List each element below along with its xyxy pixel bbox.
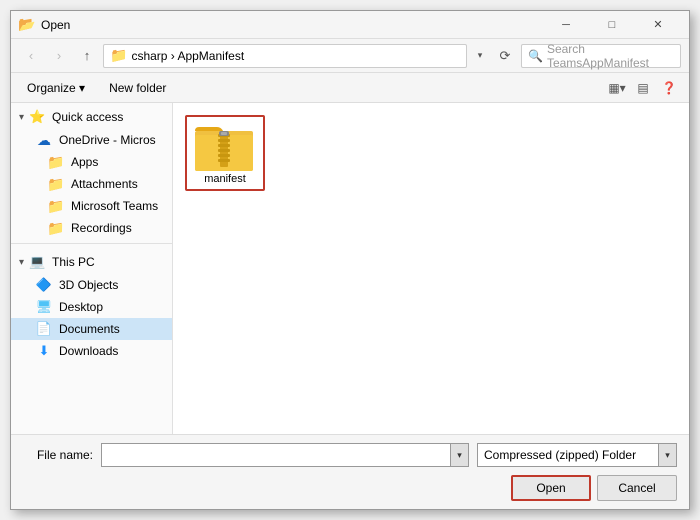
downloads-label: Downloads [59,344,118,358]
dialog-title: Open [41,18,543,32]
open-button-label: Open [536,481,565,495]
filename-row: File name: ▾ Compressed (zipped) Folder … [23,443,677,467]
organize-button[interactable]: Organize ▾ [19,77,93,99]
maximize-button[interactable]: □ [589,11,635,39]
sidebar: ▾ ⭐ Quick access ☁ OneDrive - Micros 📁 A… [11,103,173,434]
address-dropdown-button[interactable]: ▾ [471,45,489,67]
this-pc-group[interactable]: ▾ 💻 This PC [11,248,172,274]
attachments-folder-icon: 📁 [47,175,65,193]
organize-label: Organize ▾ [27,81,85,95]
filename-dropdown-button[interactable]: ▾ [450,444,468,466]
forward-button[interactable]: › [47,44,71,68]
3dobjects-icon: 🔷 [35,276,53,294]
new-folder-button[interactable]: New folder [101,77,174,99]
sub-toolbar: Organize ▾ New folder ▦▾ ▤ ❓ [11,73,689,103]
attachments-label: Attachments [71,177,138,191]
address-breadcrumb: csharp › AppManifest [131,49,244,63]
desktop-icon: 🖥 [35,298,53,316]
sidebar-item-microsoftteams[interactable]: 📁 Microsoft Teams [11,195,172,217]
main-area: ▾ ⭐ Quick access ☁ OneDrive - Micros 📁 A… [11,103,689,434]
new-folder-label: New folder [109,81,166,95]
desktop-label: Desktop [59,300,103,314]
title-bar: 📂 Open ─ □ ✕ [11,11,689,39]
quick-access-group[interactable]: ▾ ⭐ Quick access [11,103,172,129]
sidebar-item-apps[interactable]: 📁 Apps [11,151,172,173]
sidebar-item-downloads[interactable]: ⬇ Downloads [11,340,172,362]
preview-button[interactable]: ▤ [631,77,655,99]
folder-icon: 📁 [110,47,127,64]
view-options-button[interactable]: ▦▾ [605,77,629,99]
dialog-icon: 📂 [19,17,35,33]
onedrive-label: OneDrive - Micros [59,133,156,147]
filename-label: File name: [23,448,93,462]
recordings-label: Recordings [71,221,132,235]
sidebar-item-onedrive[interactable]: ☁ OneDrive - Micros [11,129,172,151]
thispc-expand-icon: ▾ [19,257,24,268]
content-area: manifest [173,103,689,434]
filetype-text: Compressed (zipped) Folder [478,448,658,462]
open-button[interactable]: Open [511,475,591,501]
zip-folder-icon [195,121,255,173]
quick-access-label: Quick access [52,110,123,124]
help-button[interactable]: ❓ [657,77,681,99]
filetype-select-container: Compressed (zipped) Folder ▾ [477,443,677,467]
documents-label: Documents [59,322,120,336]
onedrive-icon: ☁ [35,131,53,149]
documents-icon: 📄 [35,320,53,338]
refresh-button[interactable]: ⟳ [493,44,517,68]
apps-folder-icon: 📁 [47,153,65,171]
sidebar-item-3dobjects[interactable]: 🔷 3D Objects [11,274,172,296]
sidebar-item-attachments[interactable]: 📁 Attachments [11,173,172,195]
microsoftteams-label: Microsoft Teams [71,199,158,213]
window-controls: ─ □ ✕ [543,11,681,39]
address-bar[interactable]: 📁 csharp › AppManifest [103,44,467,68]
search-box[interactable]: 🔍 Search TeamsAppManifest [521,44,681,68]
sidebar-item-documents[interactable]: 📄 Documents [11,318,172,340]
sidebar-item-recordings[interactable]: 📁 Recordings [11,217,172,239]
filename-input-container: ▾ [101,443,469,467]
thispc-icon: 💻 [28,253,46,271]
teams-folder-icon: 📁 [47,197,65,215]
quick-access-icon: ⭐ [28,108,46,126]
search-icon: 🔍 [528,49,543,63]
sidebar-item-desktop[interactable]: 🖥 Desktop [11,296,172,318]
file-label-manifest: manifest [204,173,246,185]
address-toolbar: ‹ › ↑ 📁 csharp › AppManifest ▾ ⟳ 🔍 Searc… [11,39,689,73]
recordings-folder-icon: 📁 [47,219,65,237]
bottom-bar: File name: ▾ Compressed (zipped) Folder … [11,434,689,509]
search-placeholder: Search TeamsAppManifest [547,42,674,70]
downloads-icon: ⬇ [35,342,53,360]
back-button[interactable]: ‹ [19,44,43,68]
file-item-manifest[interactable]: manifest [185,115,265,191]
close-button[interactable]: ✕ [635,11,681,39]
expand-icon: ▾ [19,112,24,123]
apps-label: Apps [71,155,98,169]
filename-input[interactable] [102,444,450,466]
this-pc-label: This PC [52,255,95,269]
open-dialog: 📂 Open ─ □ ✕ ‹ › ↑ 📁 csharp › AppManifes… [10,10,690,510]
cancel-button-label: Cancel [618,481,655,495]
up-button[interactable]: ↑ [75,44,99,68]
action-row: Open Cancel [23,475,677,501]
3dobjects-label: 3D Objects [59,278,118,292]
view-buttons: ▦▾ ▤ ❓ [605,77,681,99]
filetype-dropdown-button[interactable]: ▾ [658,444,676,466]
cancel-button[interactable]: Cancel [597,475,677,501]
minimize-button[interactable]: ─ [543,11,589,39]
